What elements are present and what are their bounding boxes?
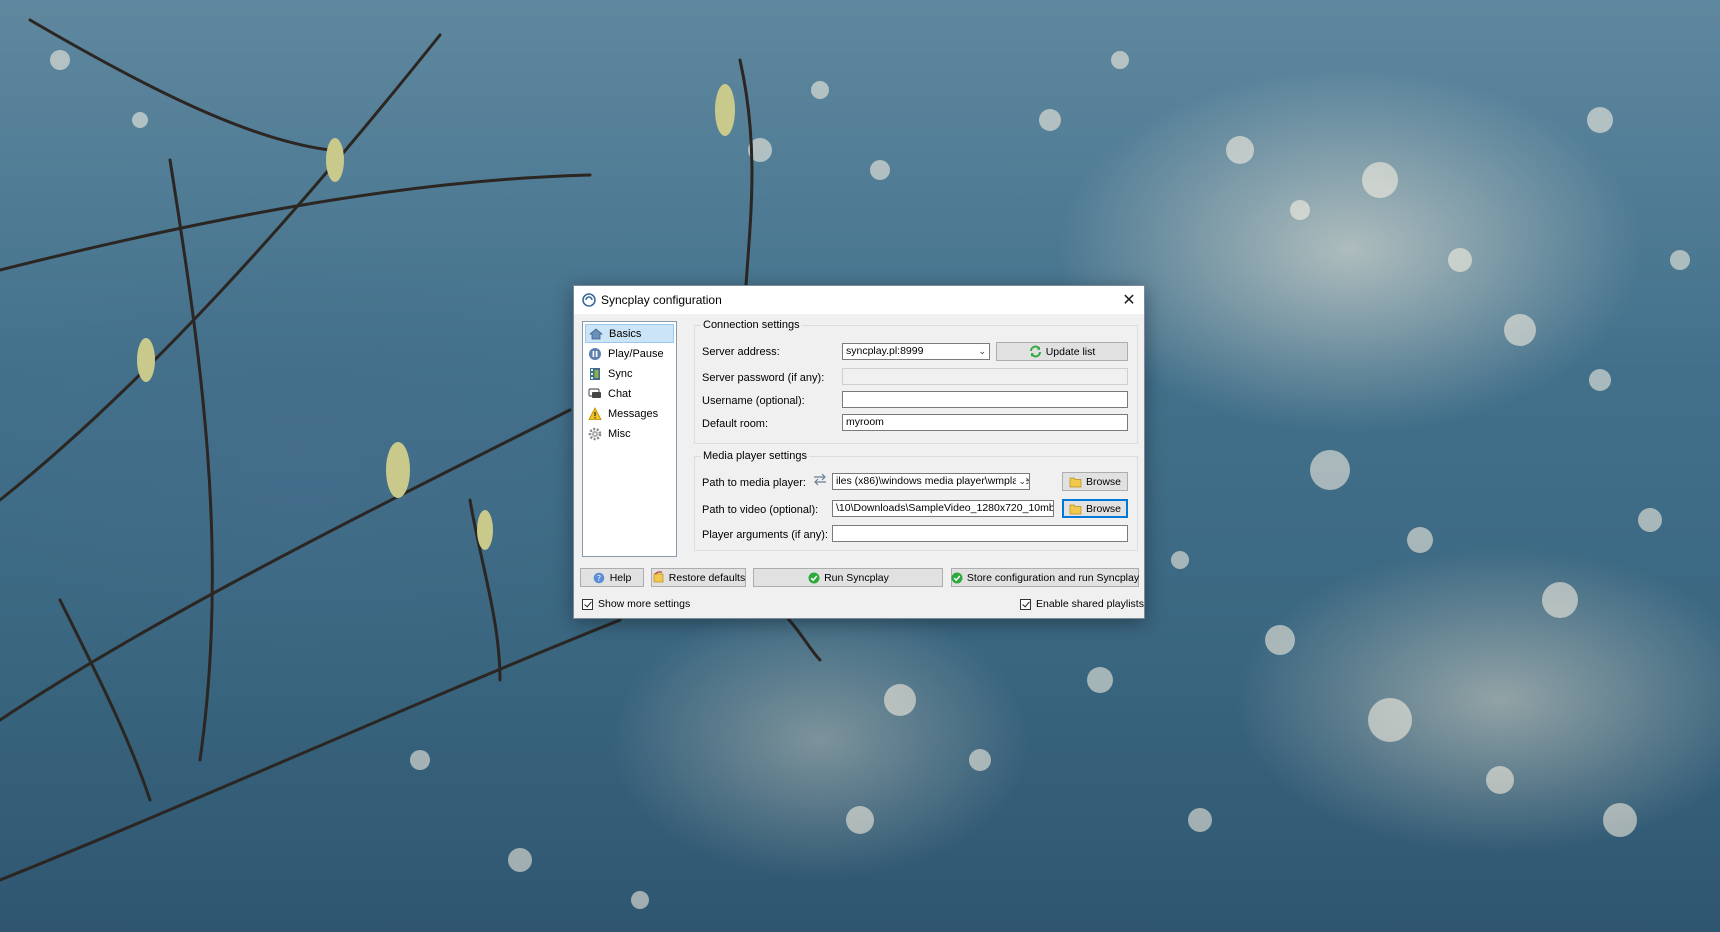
show-more-settings-checkbox[interactable]: Show more settings	[582, 598, 690, 610]
default-room-field[interactable]: myroom	[842, 414, 1128, 431]
syncplay-logo-icon	[582, 293, 596, 307]
store-and-run-label: Store configuration and run Syncplay	[966, 571, 1140, 584]
chevron-down-icon: ⌄	[978, 346, 986, 356]
video-path-field[interactable]: \10\Downloads\SampleVideo_1280x720_10mb.…	[832, 500, 1054, 517]
help-label: Help	[609, 571, 632, 584]
folder-icon	[1069, 475, 1082, 488]
player-arguments-field[interactable]	[832, 525, 1128, 542]
sidebar-item-label: Basics	[609, 327, 642, 340]
sidebar-item-label: Play/Pause	[608, 347, 664, 360]
store-and-run-button[interactable]: Store configuration and run Syncplay	[951, 568, 1139, 587]
close-icon: ✕	[1122, 292, 1136, 309]
sidebar-item-label: Sync	[608, 367, 633, 380]
username-field[interactable]	[842, 391, 1128, 408]
browse-player-button[interactable]: Browse	[1062, 472, 1128, 491]
server-password-field[interactable]	[842, 368, 1128, 385]
run-syncplay-button[interactable]: Run Syncplay	[753, 568, 943, 587]
sidebar-item-sync[interactable]: Sync	[585, 364, 674, 383]
restore-defaults-label: Restore defaults	[668, 571, 746, 584]
settings-category-list: Basics Play/Pause Sync Chat Messages Mis…	[582, 321, 677, 557]
refresh-icon	[1029, 345, 1042, 358]
sidebar-item-label: Misc	[608, 427, 631, 440]
server-address-combo[interactable]: syncplay.pl:8999 ⌄	[842, 343, 990, 360]
help-icon: ?	[593, 571, 606, 584]
default-room-value: myroom	[846, 416, 884, 428]
player-arguments-label: Player arguments (if any):	[702, 529, 828, 541]
checkbox-checked-icon	[1020, 598, 1031, 610]
update-list-button[interactable]: Update list	[996, 342, 1128, 361]
restore-icon	[652, 571, 665, 584]
username-label: Username (optional):	[702, 395, 805, 407]
sidebar-item-play-pause[interactable]: Play/Pause	[585, 344, 674, 363]
default-room-label: Default room:	[702, 418, 769, 430]
gear-icon	[588, 427, 602, 441]
update-list-label: Update list	[1045, 345, 1096, 358]
folder-icon	[1069, 502, 1082, 515]
svg-text:?: ?	[597, 574, 601, 583]
window-title: Syncplay configuration	[601, 293, 722, 307]
checkbox-checked-icon	[582, 598, 593, 610]
sidebar-item-basics[interactable]: Basics	[585, 324, 674, 343]
house-icon	[589, 327, 603, 341]
warning-icon	[588, 406, 602, 421]
enable-shared-playlists-label: Enable shared playlists	[1036, 598, 1144, 610]
server-address-label: Server address:	[702, 346, 780, 358]
restore-defaults-button[interactable]: Restore defaults	[651, 568, 746, 587]
video-path-label: Path to video (optional):	[702, 504, 819, 516]
connection-settings-title: Connection settings	[701, 319, 802, 331]
browse-video-button[interactable]: Browse	[1062, 499, 1128, 518]
pause-icon	[588, 347, 602, 361]
browse-label: Browse	[1085, 475, 1121, 488]
media-player-settings-title: Media player settings	[701, 450, 809, 462]
server-address-value: syncplay.pl:8999	[846, 345, 924, 357]
swap-arrows-icon	[812, 472, 828, 489]
title-bar[interactable]: Syncplay configuration ✕	[574, 286, 1144, 314]
enable-shared-playlists-checkbox[interactable]: Enable shared playlists	[1020, 598, 1144, 610]
media-player-path-value: iles (x86)\windows media player\wmplayer…	[836, 475, 1030, 487]
check-circle-icon	[951, 571, 963, 584]
chevron-down-icon: ⌄	[1016, 474, 1026, 489]
sidebar-item-messages[interactable]: Messages	[585, 404, 674, 423]
video-path-value: \10\Downloads\SampleVideo_1280x720_10mb.…	[836, 502, 1054, 514]
player-path-label: Path to media player:	[702, 477, 806, 489]
film-icon	[588, 367, 602, 381]
sidebar-item-label: Chat	[608, 387, 632, 400]
sidebar-item-label: Messages	[608, 407, 659, 420]
close-button[interactable]: ✕	[1114, 286, 1144, 314]
chat-icon	[588, 387, 602, 401]
show-more-settings-label: Show more settings	[598, 598, 691, 610]
browse-label: Browse	[1085, 502, 1121, 515]
run-syncplay-label: Run Syncplay	[824, 571, 889, 584]
help-button[interactable]: ? Help	[580, 568, 644, 587]
media-player-path-combo[interactable]: iles (x86)\windows media player\wmplayer…	[832, 473, 1030, 490]
check-circle-icon	[807, 571, 820, 584]
server-password-label: Server password (if any):	[702, 372, 825, 384]
sidebar-item-misc[interactable]: Misc	[585, 424, 674, 443]
syncplay-config-dialog: Syncplay configuration ✕ Basics Play/Pau…	[573, 285, 1145, 619]
sidebar-item-chat[interactable]: Chat	[585, 384, 674, 403]
